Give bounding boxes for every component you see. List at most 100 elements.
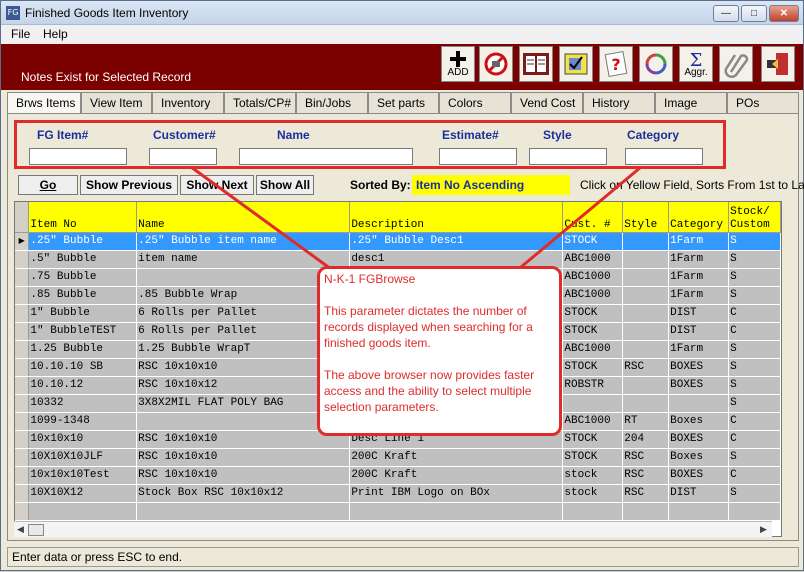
table-cell (622, 232, 670, 251)
minimize-button[interactable]: — (713, 5, 739, 22)
table-row[interactable]: 10X10X10JLF RSC 10x10x10 200C Kraft STOCK RS… (15, 448, 781, 467)
maximize-button[interactable]: □ (741, 5, 767, 22)
add-button[interactable]: ADD (441, 46, 475, 82)
filter-box: FG Item# Customer# Name Estimate# Style … (14, 120, 726, 169)
tab-vend-cost[interactable]: Vend Cost (511, 92, 583, 114)
table-cell: DIST (668, 484, 730, 503)
fg-item-input[interactable] (29, 148, 127, 165)
table-cell: S (728, 484, 781, 503)
tab-inventory[interactable]: Inventory (152, 92, 224, 114)
column-header[interactable]: Cust. # (562, 202, 624, 233)
table-cell: S (728, 250, 781, 269)
tab-view-item[interactable]: View Item (81, 92, 152, 114)
row-indicator[interactable] (15, 358, 30, 377)
table-cell: C (728, 430, 781, 449)
column-header[interactable]: Name (136, 202, 351, 233)
row-indicator[interactable] (15, 340, 30, 359)
customer-input[interactable] (149, 148, 217, 165)
scroll-thumb[interactable] (28, 524, 44, 536)
paperclip-icon (724, 54, 749, 78)
tab-pos[interactable]: POs (727, 92, 799, 114)
attach-button[interactable] (719, 46, 753, 82)
row-indicator[interactable] (15, 448, 30, 467)
column-header[interactable]: Stock/ Custom (728, 202, 781, 233)
customer-label: Customer# (153, 128, 216, 142)
scroll-left-icon[interactable]: ◀ (17, 524, 24, 535)
horizontal-scrollbar[interactable]: ◀ ▶ (14, 521, 772, 537)
no-entry-icon (484, 52, 508, 76)
show-all-button[interactable]: Show All (256, 175, 314, 195)
table-cell: BOXES (668, 430, 730, 449)
style-input[interactable] (529, 148, 607, 165)
table-cell (622, 502, 670, 521)
table-cell: S (728, 376, 781, 395)
category-input[interactable] (625, 148, 703, 165)
name-input[interactable] (239, 148, 413, 165)
estimate-label: Estimate# (442, 128, 499, 142)
table-cell: S (728, 340, 781, 359)
exit-button[interactable] (761, 46, 795, 82)
row-indicator[interactable] (15, 502, 30, 521)
table-row[interactable]: ▶ .25" Bubble .25" Bubble item name .25" Bu… (15, 232, 781, 251)
menu-help[interactable]: Help (43, 27, 68, 41)
book-icon (523, 53, 549, 75)
scroll-right-icon[interactable]: ▶ (760, 524, 767, 535)
tab-history[interactable]: History (583, 92, 655, 114)
table-cell: S (728, 448, 781, 467)
table-cell: .25" Bubble (28, 232, 138, 251)
aggregate-button[interactable]: Σ Aggr. (679, 46, 713, 82)
column-header[interactable]: Item No (28, 202, 138, 233)
go-button[interactable]: Go (18, 175, 78, 195)
table-row[interactable] (15, 502, 781, 521)
row-indicator[interactable] (15, 484, 30, 503)
show-next-button[interactable]: Show Next (180, 175, 254, 195)
estimate-input[interactable] (439, 148, 517, 165)
row-indicator[interactable] (15, 268, 30, 287)
row-indicator[interactable] (15, 412, 30, 431)
header-banner: Notes Exist for Selected Record ADD ? Σ … (1, 44, 803, 90)
help-button[interactable]: ? (599, 46, 633, 82)
table-cell (622, 304, 670, 323)
current-row-icon[interactable]: ▶ (15, 232, 30, 251)
show-previous-button[interactable]: Show Previous (80, 175, 178, 195)
sorted-by-value[interactable]: Item No Ascending (412, 175, 570, 195)
refresh-icon (645, 53, 667, 75)
add-button-label: ADD (447, 67, 469, 78)
close-button[interactable]: ✕ (769, 5, 799, 22)
tab-colors[interactable]: Colors (439, 92, 511, 114)
column-header[interactable]: Style (622, 202, 670, 233)
table-cell: stock (562, 466, 624, 485)
table-cell: 10.10.10 SB (28, 358, 138, 377)
table-row[interactable]: 10X10X12 Stock Box RSC 10x10x12 Print IBM … (15, 484, 781, 503)
refresh-button[interactable] (639, 46, 673, 82)
notes-button[interactable] (519, 46, 553, 82)
tab-bin-jobs[interactable]: Bin/Jobs (296, 92, 368, 114)
tab-image[interactable]: Image (655, 92, 727, 114)
table-cell (622, 268, 670, 287)
table-cell: STOCK (562, 232, 624, 251)
table-cell: Print IBM Logo on BOx (349, 484, 564, 503)
menu-file[interactable]: File (11, 27, 30, 41)
sigma-icon: Σ (690, 50, 703, 68)
table-cell (622, 286, 670, 305)
row-indicator[interactable] (15, 322, 30, 341)
app-icon: FG (6, 6, 20, 20)
row-indicator[interactable] (15, 304, 30, 323)
row-indicator[interactable] (15, 430, 30, 449)
row-indicator[interactable] (15, 394, 30, 413)
table-cell: 1Farm (668, 340, 730, 359)
row-indicator[interactable] (15, 376, 30, 395)
row-indicator[interactable] (15, 250, 30, 269)
table-cell (136, 502, 351, 521)
table-row[interactable]: 10x10x10Test RSC 10x10x10 200C Kraft stock R… (15, 466, 781, 485)
delete-button[interactable] (479, 46, 513, 82)
table-cell (622, 322, 670, 341)
row-indicator[interactable] (15, 466, 30, 485)
column-header[interactable]: Description (349, 202, 564, 233)
tab-totals-cp[interactable]: Totals/CP# (224, 92, 296, 114)
spec-button[interactable] (559, 46, 593, 82)
row-indicator[interactable] (15, 286, 30, 305)
column-header[interactable]: Category (668, 202, 730, 233)
tab-set-parts[interactable]: Set parts (368, 92, 439, 114)
tab-brws-items[interactable]: Brws Items (7, 92, 81, 115)
